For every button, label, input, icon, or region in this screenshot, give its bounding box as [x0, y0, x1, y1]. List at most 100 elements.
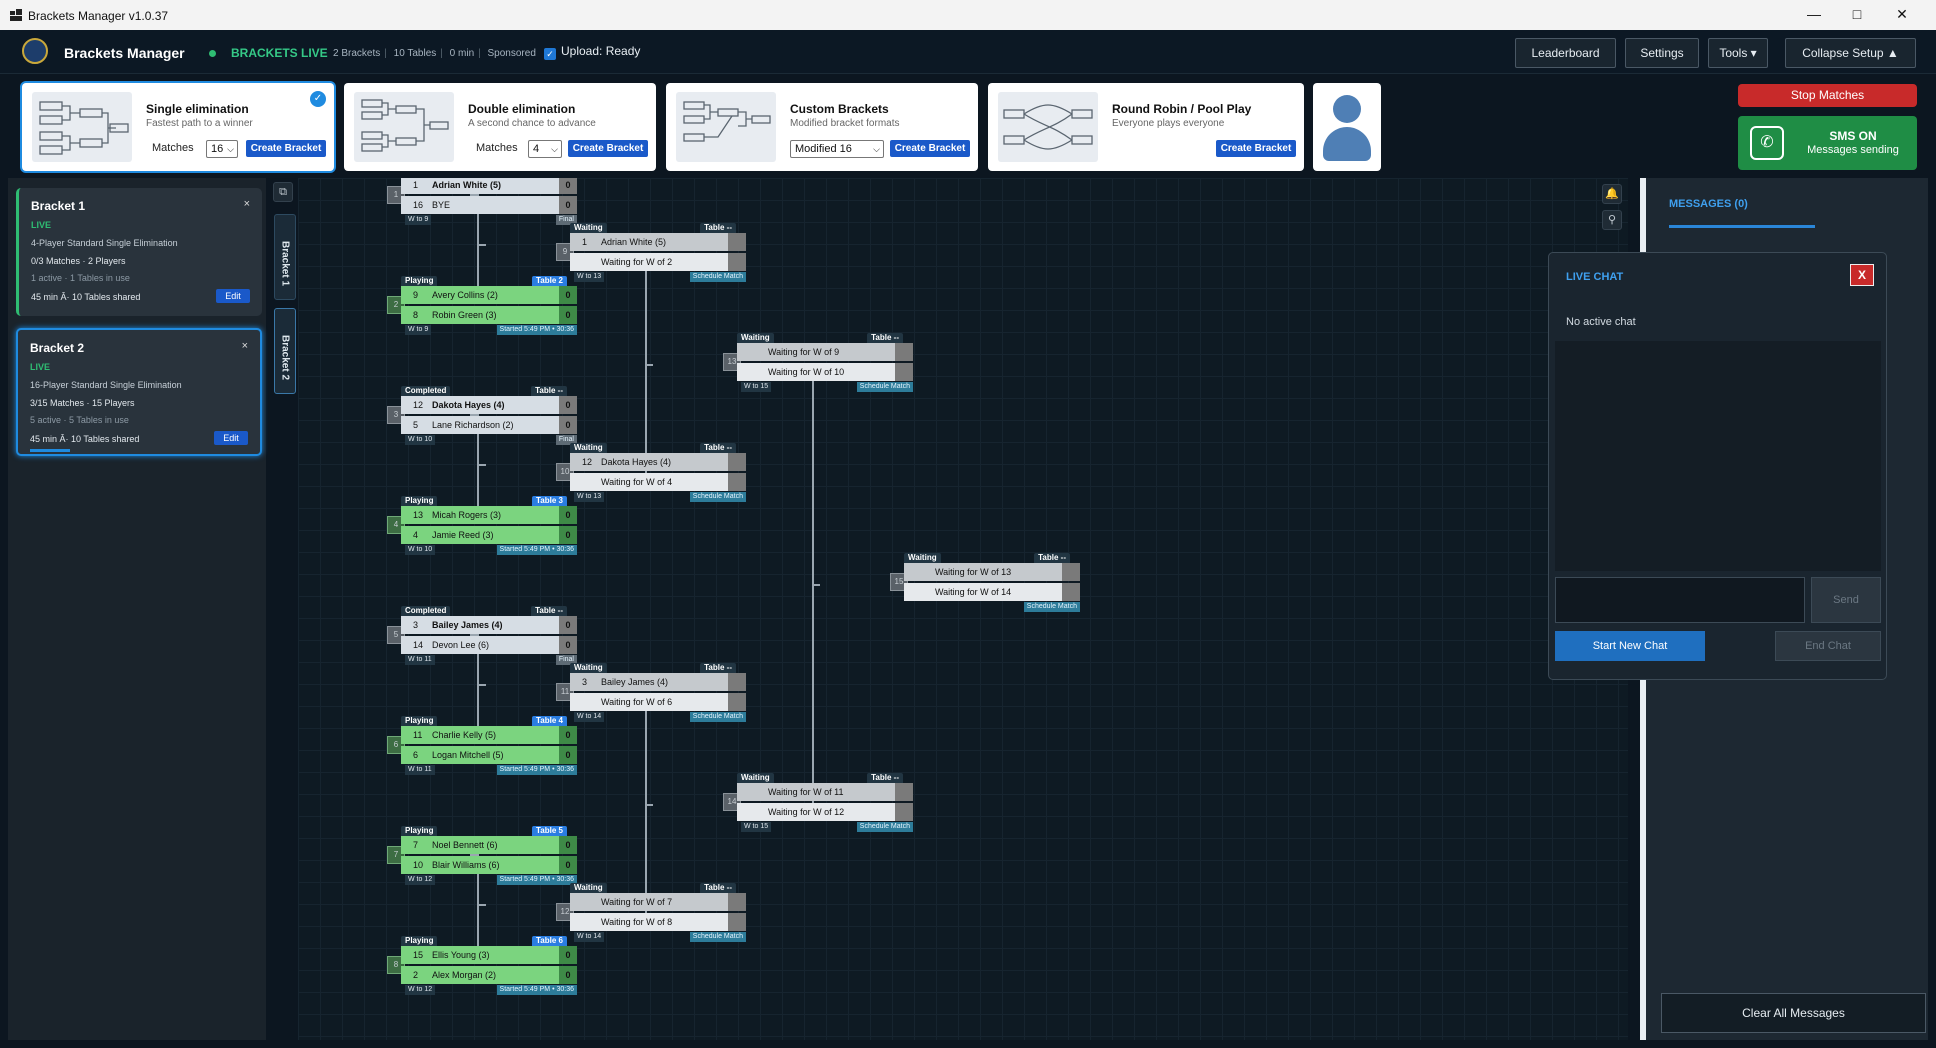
match-card-6[interactable]: 6 Playing Table 4 11 Charlie Kelly (5) 0 6 Loga… [387, 716, 577, 775]
match-schedule-status[interactable]: Schedule Match [856, 382, 913, 392]
chat-input[interactable] [1555, 577, 1805, 623]
player-score[interactable]: 0 [559, 196, 577, 214]
match-player-row[interactable]: Waiting for W of 14 [904, 583, 1080, 601]
match-player-row[interactable]: Waiting for W of 7 [570, 893, 746, 911]
messages-tab[interactable]: MESSAGES (0) [1669, 198, 1748, 210]
create-bracket-button[interactable]: Create Bracket [246, 140, 326, 157]
match-table-tag[interactable]: Table -- [1034, 553, 1070, 563]
player-score[interactable] [895, 803, 913, 821]
player-score[interactable] [895, 363, 913, 381]
match-player-row[interactable]: 6 Logan Mitchell (5) 0 [401, 746, 577, 764]
match-player-row[interactable]: 12 Dakota Hayes (4) [570, 453, 746, 471]
match-card-14[interactable]: 14 Waiting Table -- Waiting for W of 11 Wait… [723, 773, 913, 832]
match-table-tag[interactable]: Table -- [700, 223, 736, 233]
match-player-row[interactable]: Waiting for W of 6 [570, 693, 746, 711]
avatar[interactable] [1313, 83, 1381, 171]
type-card-custom[interactable]: Custom Brackets Modified bracket formats… [666, 83, 978, 171]
player-score[interactable] [728, 673, 746, 691]
match-player-row[interactable]: 16 BYE 0 [401, 196, 577, 214]
match-player-row[interactable]: 1 Adrian White (5) [570, 233, 746, 251]
match-player-row[interactable]: Waiting for W of 13 [904, 563, 1080, 581]
matches-select[interactable]: 4 ⌵ [528, 140, 562, 158]
player-score[interactable]: 0 [559, 416, 577, 434]
match-player-row[interactable]: 3 Bailey James (4) [570, 673, 746, 691]
match-schedule-status[interactable]: Schedule Match [689, 492, 746, 502]
match-card-5[interactable]: 5 Completed Table -- 3 Bailey James (4) 0 14 De… [387, 606, 577, 665]
match-player-row[interactable]: 12 Dakota Hayes (4) 0 [401, 396, 577, 414]
player-score[interactable] [895, 783, 913, 801]
match-player-row[interactable]: 1 Adrian White (5) 0 [401, 178, 577, 194]
player-score[interactable] [728, 473, 746, 491]
player-score[interactable]: 0 [559, 836, 577, 854]
match-card-10[interactable]: 10 Waiting Table -- 12 Dakota Hayes (4) Waiti… [556, 443, 746, 502]
match-schedule-status[interactable]: Schedule Match [689, 712, 746, 722]
match-table-tag[interactable]: Table -- [867, 773, 903, 783]
match-player-row[interactable]: Waiting for W of 11 [737, 783, 913, 801]
player-score[interactable]: 0 [559, 616, 577, 634]
match-player-row[interactable]: Waiting for W of 9 [737, 343, 913, 361]
player-score[interactable]: 0 [559, 286, 577, 304]
create-bracket-button[interactable]: Create Bracket [1216, 140, 1296, 157]
match-player-row[interactable]: 2 Alex Morgan (2) 0 [401, 966, 577, 984]
match-player-row[interactable]: Waiting for W of 8 [570, 913, 746, 931]
match-table-tag[interactable]: Table -- [531, 386, 567, 396]
match-card-1[interactable]: 1 1 Adrian White (5) 0 16 BYE 0 W to 9 Final [387, 178, 577, 225]
bracket-card-2[interactable]: Bracket 2 × LIVE 16-Player Standard Sing… [16, 328, 262, 456]
match-player-row[interactable]: Waiting for W of 2 [570, 253, 746, 271]
create-bracket-button[interactable]: Create Bracket [890, 140, 970, 157]
edit-bracket-button[interactable]: Edit [214, 431, 248, 445]
tab-bracket-1[interactable]: Bracket 1 [274, 214, 296, 300]
match-player-row[interactable]: 8 Robin Green (3) 0 [401, 306, 577, 324]
match-table-tag[interactable]: Table 3 [532, 496, 567, 506]
start-new-chat-button[interactable]: Start New Chat [1555, 631, 1705, 661]
match-player-row[interactable]: 5 Lane Richardson (2) 0 [401, 416, 577, 434]
match-card-11[interactable]: 11 Waiting Table -- 3 Bailey James (4) Waitin… [556, 663, 746, 722]
match-player-row[interactable]: Waiting for W of 10 [737, 363, 913, 381]
create-bracket-button[interactable]: Create Bracket [568, 140, 648, 157]
match-card-8[interactable]: 8 Playing Table 6 15 Ellis Young (3) 0 2 Alex M… [387, 936, 577, 995]
match-table-tag[interactable]: Table 6 [532, 936, 567, 946]
match-player-row[interactable]: 3 Bailey James (4) 0 [401, 616, 577, 634]
match-table-tag[interactable]: Table -- [700, 883, 736, 893]
player-score[interactable] [728, 913, 746, 931]
settings-button[interactable]: Settings [1625, 38, 1699, 68]
match-player-row[interactable]: 4 Jamie Reed (3) 0 [401, 526, 577, 544]
player-score[interactable] [728, 253, 746, 271]
copy-icon[interactable]: ⧉ [273, 182, 293, 202]
match-card-9[interactable]: 9 Waiting Table -- 1 Adrian White (5) Waiting… [556, 223, 746, 282]
match-player-row[interactable]: 9 Avery Collins (2) 0 [401, 286, 577, 304]
player-score[interactable]: 0 [559, 306, 577, 324]
match-player-row[interactable]: 15 Ellis Young (3) 0 [401, 946, 577, 964]
match-player-row[interactable]: 11 Charlie Kelly (5) 0 [401, 726, 577, 744]
match-card-15[interactable]: 15 Waiting Table -- Waiting for W of 13 Wait… [890, 553, 1080, 612]
maximize-icon[interactable]: □ [1847, 6, 1867, 24]
player-score[interactable]: 0 [559, 946, 577, 964]
player-score[interactable]: 0 [559, 746, 577, 764]
match-player-row[interactable]: 10 Blair Williams (6) 0 [401, 856, 577, 874]
match-table-tag[interactable]: Table -- [700, 663, 736, 673]
collapse-setup-button[interactable]: Collapse Setup ▲ [1785, 38, 1916, 68]
upload-checkbox-icon[interactable]: ✓ [544, 48, 556, 60]
match-player-row[interactable]: Waiting for W of 4 [570, 473, 746, 491]
match-table-tag[interactable]: Table 5 [532, 826, 567, 836]
player-score[interactable] [728, 453, 746, 471]
player-score[interactable] [728, 233, 746, 251]
minimize-icon[interactable]: — [1804, 6, 1824, 24]
close-icon[interactable]: × [242, 340, 248, 352]
match-player-row[interactable]: 13 Micah Rogers (3) 0 [401, 506, 577, 524]
match-card-7[interactable]: 7 Playing Table 5 7 Noel Bennett (6) 0 10 Blair… [387, 826, 577, 885]
match-card-13[interactable]: 13 Waiting Table -- Waiting for W of 9 Waiti… [723, 333, 913, 392]
match-schedule-status[interactable]: Schedule Match [856, 822, 913, 832]
type-card-round-robin[interactable]: Round Robin / Pool Play Everyone plays e… [988, 83, 1304, 171]
player-score[interactable] [728, 693, 746, 711]
player-score[interactable]: 0 [559, 966, 577, 984]
match-card-2[interactable]: 2 Playing Table 2 9 Avery Collins (2) 0 8 Robin… [387, 276, 577, 335]
sms-toggle-button[interactable]: ✆ SMS ON Messages sending [1738, 116, 1917, 170]
match-card-3[interactable]: 3 Completed Table -- 12 Dakota Hayes (4) 0 5 La… [387, 386, 577, 445]
send-button[interactable]: Send [1811, 577, 1881, 623]
bracket-canvas[interactable]: 🔔 ⚲ 1 1 Adrian White (5) 0 16 BYE 0 W to 9 Final… [298, 178, 1628, 1040]
player-score[interactable]: 0 [559, 506, 577, 524]
match-table-tag[interactable]: Table -- [700, 443, 736, 453]
match-player-row[interactable]: 7 Noel Bennett (6) 0 [401, 836, 577, 854]
player-score[interactable] [895, 343, 913, 361]
